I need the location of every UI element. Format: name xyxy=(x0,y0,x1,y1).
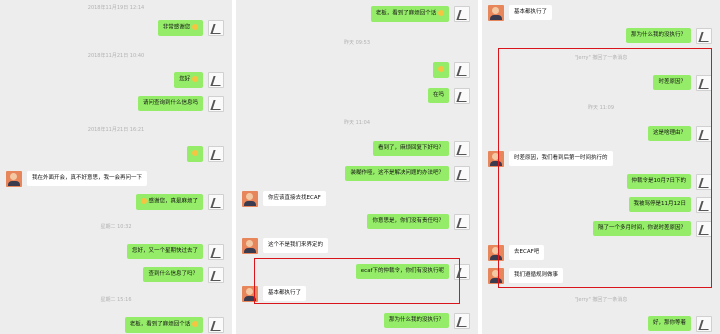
highlight-box xyxy=(254,258,460,304)
message-sent[interactable]: 老板，看到了麻烦回个话 xyxy=(370,6,470,22)
avatar[interactable] xyxy=(454,313,470,329)
message-sent[interactable]: 您好 xyxy=(174,72,224,88)
timestamp: 昨天 11:04 xyxy=(344,120,370,126)
avatar[interactable] xyxy=(208,317,224,333)
avatar[interactable] xyxy=(208,72,224,88)
avatar[interactable] xyxy=(208,244,224,260)
smile-emoji-icon xyxy=(192,24,198,30)
message-sent[interactable] xyxy=(187,146,224,162)
emoji-icon xyxy=(192,321,198,327)
message-received[interactable]: 基本都执行了 xyxy=(488,5,553,21)
system-message: "Jerry" 撤回了一条消息 xyxy=(574,297,628,303)
avatar[interactable] xyxy=(454,6,470,22)
timestamp: 星期二 15:16 xyxy=(100,297,132,303)
message-sent[interactable]: 在吗 xyxy=(427,88,470,104)
avatar[interactable] xyxy=(454,214,470,230)
avatar[interactable] xyxy=(488,5,504,21)
message-sent[interactable]: 老板，看到了麻烦回个话 xyxy=(124,317,224,333)
timestamp: 2018年11月19日 12:14 xyxy=(87,5,145,11)
message-received[interactable]: 我在外面开会，真不好意思，我一会再问一下 xyxy=(6,171,148,187)
message-sent[interactable]: 请问查询到什么信息吗 xyxy=(137,96,224,112)
avatar[interactable] xyxy=(454,88,470,104)
smile-emoji-icon xyxy=(192,150,198,156)
message-sent[interactable]: 那为什么我的没执行？ xyxy=(383,313,470,329)
message-sent[interactable]: 那为什么我的没执行？ xyxy=(625,28,712,44)
timestamp: 2018年11月21日 16:21 xyxy=(87,127,145,133)
avatar[interactable] xyxy=(6,171,22,187)
chat-screenshots-composite: 2018年11月19日 12:14 非常感谢您 2018年11月21日 10:4… xyxy=(0,0,720,334)
avatar[interactable] xyxy=(696,28,712,44)
emoji-icon xyxy=(140,198,147,204)
avatar[interactable] xyxy=(208,267,224,283)
avatar[interactable] xyxy=(208,20,224,36)
message-sent[interactable]: 好，那你等着 xyxy=(647,316,712,332)
avatar[interactable] xyxy=(242,191,258,207)
avatar[interactable] xyxy=(454,166,470,182)
avatar[interactable] xyxy=(696,316,712,332)
message-sent[interactable]: 您好，又一个星期快过去了 xyxy=(126,244,224,260)
message-sent[interactable]: 非常感谢您 xyxy=(157,20,224,36)
chat-panel-3[interactable]: 基本都执行了 那为什么我的没执行？ "Jerry" 撤回了一条消息 时差原因？ … xyxy=(482,0,720,334)
avatar[interactable] xyxy=(208,194,224,210)
timestamp: 昨天 09:53 xyxy=(344,40,370,46)
avatar[interactable] xyxy=(454,62,470,78)
timestamp: 2018年11月21日 10:40 xyxy=(87,53,145,59)
highlight-box xyxy=(498,48,712,288)
message-sent[interactable] xyxy=(433,62,470,78)
avatar[interactable] xyxy=(208,146,224,162)
message-sent[interactable]: 查到什么信息了吗？ xyxy=(143,267,224,283)
message-sent[interactable]: 你意思是，你们没有责任吗？ xyxy=(367,214,470,230)
emoji-icon xyxy=(438,10,444,16)
chat-panel-2[interactable]: 老板，看到了麻烦回个话 昨天 09:53 在吗 昨天 11:04 看到了，麻烦回… xyxy=(236,0,478,334)
message-sent[interactable]: 看到了，麻烦回复下好吗？ xyxy=(372,141,470,157)
message-sent[interactable]: 装糊作哑，这不是解决问题的办法吧？ xyxy=(345,166,470,182)
avatar[interactable] xyxy=(208,96,224,112)
message-received[interactable]: 这个不是我们来界定的 xyxy=(242,238,329,254)
message-received[interactable]: 你应该直接去找ECAF xyxy=(242,191,326,207)
message-sent[interactable]: 感谢您，真是麻烦了 xyxy=(135,194,224,210)
timestamp: 星期二 10:32 xyxy=(100,224,132,230)
emoji-icon xyxy=(438,66,444,72)
smile-emoji-icon xyxy=(192,76,198,82)
chat-panel-1[interactable]: 2018年11月19日 12:14 非常感谢您 2018年11月21日 10:4… xyxy=(0,0,232,334)
avatar[interactable] xyxy=(242,238,258,254)
avatar[interactable] xyxy=(454,141,470,157)
